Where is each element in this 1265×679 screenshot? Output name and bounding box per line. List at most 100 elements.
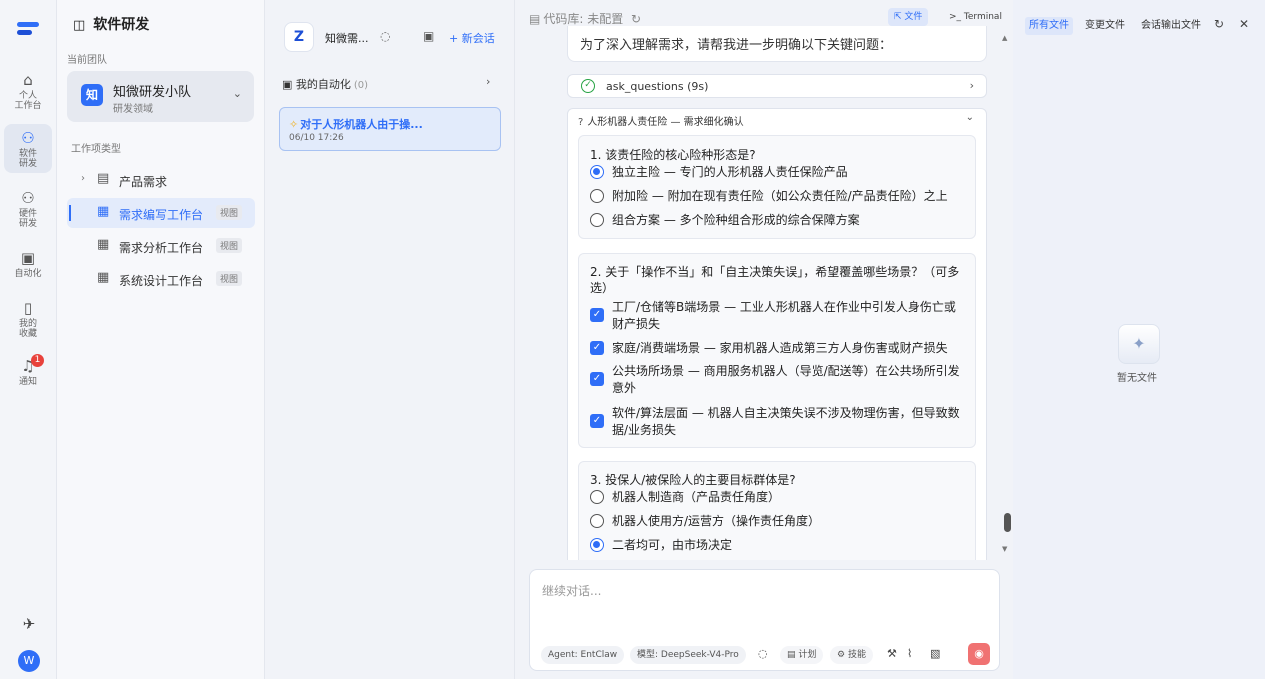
- grid-icon: ▦: [97, 204, 110, 219]
- assistant-message: 为了深入理解需求，请帮我进一步明确以下关键问题：: [567, 26, 987, 62]
- tab-session-output-files[interactable]: 会话输出文件: [1141, 17, 1201, 35]
- avatar[interactable]: W: [18, 650, 40, 672]
- scroll-down-arrow[interactable]: ▼: [1002, 545, 1007, 553]
- team-logo: 知: [81, 84, 103, 106]
- current-team-label: 当前团队: [67, 55, 107, 66]
- radio-button[interactable]: [590, 538, 604, 552]
- nav-rail: ⌂ 个人 工作台 ⚇ 软件 研发 ⚇ 硬件 研发 ▣ 自动化 ▯ 我的 收藏 ♫…: [0, 0, 57, 679]
- option-label: 组合方案 — 多个险种组合形成的综合保障方案: [612, 213, 860, 227]
- tool-call-row[interactable]: ✓ ask_questions (9s) ›: [567, 74, 987, 98]
- image-icon[interactable]: ▧: [930, 647, 940, 660]
- tab-all-files[interactable]: 所有文件: [1025, 17, 1073, 35]
- app-logo: Z: [284, 22, 314, 52]
- rail-item-favorites[interactable]: ▯ 我的 收藏: [4, 294, 52, 343]
- composer-input[interactable]: 继续对话...: [542, 582, 601, 599]
- chevron-down-icon[interactable]: ⌄: [966, 112, 974, 123]
- view-tag: 视图: [216, 205, 243, 220]
- new-session-button[interactable]: + 新会话: [449, 30, 495, 46]
- question-card: 3. 投保人/被保险人的主要目标群体是? 机器人制造商（产品责任角度） 机器人使…: [578, 461, 976, 560]
- tree-item-system-design[interactable]: ▦ 系统设计工作台 视图: [67, 264, 255, 294]
- rail-item-personal[interactable]: ⌂ 个人 工作台: [4, 66, 52, 115]
- stop-button[interactable]: ◉: [968, 643, 990, 665]
- conversation-item[interactable]: ✧ 对于人形机器人由于操... 06/10 17:26: [279, 107, 501, 151]
- chevron-right-icon[interactable]: ›: [486, 75, 490, 88]
- rail-item-automation[interactable]: ▣ 自动化: [4, 244, 52, 283]
- repo-icon: ▤: [529, 12, 541, 26]
- tree-item-label: 需求编写工作台: [119, 208, 204, 222]
- radio-button[interactable]: [590, 213, 604, 227]
- model-selector[interactable]: 模型: DeepSeek-V4-Pro: [630, 646, 746, 664]
- chevron-down-icon: ⌄: [232, 87, 242, 100]
- session-list: Z 知微需... ◌ ▣ + 新会话 ▣ 我的自动化 (0) › ✧ 对于人形机器人…: [265, 0, 515, 679]
- rail-item-software[interactable]: ⚇ 软件 研发: [4, 124, 52, 173]
- scrollbar-thumb[interactable]: [1004, 513, 1011, 532]
- radio-button[interactable]: [590, 490, 604, 504]
- conversation-time: 06/10 17:26: [289, 133, 344, 143]
- refresh-icon[interactable]: ↻: [631, 12, 641, 26]
- plan-button[interactable]: ▤ 计划: [780, 646, 824, 664]
- home-icon: ⌂: [23, 71, 33, 89]
- refresh-icon[interactable]: ↻: [1214, 17, 1224, 31]
- notification-badge: 1: [31, 354, 44, 367]
- option-label: 机器人制造商（产品责任角度）: [612, 490, 781, 504]
- loading-icon: ◌: [380, 29, 391, 43]
- option-label: 机器人使用方/运营方（操作责任角度）: [612, 514, 821, 528]
- terminal-icon: >_: [949, 12, 964, 22]
- calendar-clock-icon: ▣: [20, 249, 36, 267]
- rail-label: 硬件 研发: [18, 209, 37, 229]
- grid-icon: ▦: [97, 237, 110, 252]
- tools-icon[interactable]: ⚒: [887, 647, 897, 660]
- calendar-clock-icon: ▣: [282, 78, 296, 91]
- scroll-up-arrow[interactable]: ▲: [1002, 34, 1007, 42]
- close-icon[interactable]: ✕: [1239, 17, 1249, 31]
- tab-changed-files[interactable]: 变更文件: [1085, 17, 1125, 35]
- tree-item-product-requirements[interactable]: › ▤ 产品需求: [67, 165, 255, 195]
- file-panel: 所有文件 变更文件 会话输出文件 ↻ ✕ ✦ 暂无文件: [1013, 0, 1265, 679]
- bell-icon: ♫: [21, 357, 35, 375]
- agent-selector[interactable]: Agent: EntClaw: [541, 646, 625, 664]
- team-selector[interactable]: 知 知微研发小队 研发领域 ⌄: [67, 71, 254, 122]
- panel-icon[interactable]: ◫: [73, 18, 85, 33]
- bookmark-icon: ▯: [23, 299, 33, 317]
- skills-button[interactable]: ⚙ 技能: [830, 646, 873, 664]
- team-name: 知微研发小队: [113, 85, 192, 100]
- app-logo[interactable]: [17, 22, 39, 40]
- rail-label: 通知: [18, 377, 37, 387]
- chat-main: ▤ 代码库: 未配置 ↻ ⇱ 文件 >_ Terminal 为了深入理解需求，请帮…: [515, 0, 1013, 679]
- grid-icon: ▦: [97, 270, 110, 285]
- rail-item-notifications[interactable]: ♫ 1 通知: [4, 352, 52, 391]
- terminal-button[interactable]: >_ Terminal: [949, 8, 1002, 26]
- checkbox[interactable]: ✓: [590, 308, 604, 322]
- questions-panel-header[interactable]: ? 人形机器人责任险 — 需求细化确认: [578, 113, 744, 128]
- loading-icon: ◌: [758, 647, 768, 660]
- chevron-right-icon: ›: [969, 79, 974, 92]
- tree-item-requirement-analysis[interactable]: ▦ 需求分析工作台 视图: [67, 231, 255, 261]
- conversation-title: ✧ 对于人形机器人由于操...: [289, 118, 423, 131]
- message-composer[interactable]: 继续对话... Agent: EntClaw 模型: DeepSeek-V4-P…: [529, 569, 1000, 671]
- chevron-right-icon[interactable]: ›: [81, 173, 85, 184]
- page-title: ◫ 软件研发: [73, 17, 150, 33]
- radio-button[interactable]: [590, 165, 604, 179]
- calendar-clock-icon[interactable]: ▣: [423, 29, 434, 43]
- check-circle-icon: ✓: [581, 79, 595, 93]
- checkbox[interactable]: ✓: [590, 414, 604, 428]
- radio-button[interactable]: [590, 189, 604, 203]
- rail-item-hardware[interactable]: ⚇ 硬件 研发: [4, 184, 52, 233]
- tree-item-label: 需求分析工作台: [119, 241, 204, 255]
- users-icon: ⚇: [21, 129, 35, 147]
- my-automation-row[interactable]: ▣ 我的自动化 (0): [282, 76, 368, 92]
- tree-item-label: 产品需求: [119, 175, 168, 189]
- paperclip-icon[interactable]: ⌇: [907, 647, 912, 660]
- checkbox[interactable]: ✓: [590, 372, 604, 386]
- empty-state-text: 暂无文件: [1117, 373, 1157, 384]
- option-label: 工厂/仓储等B端场景 — 工业人形机器人在作业中引发人身伤亡或财产损失: [612, 300, 956, 331]
- tool-call-name: ask_questions (9s): [606, 80, 709, 93]
- rocket-icon[interactable]: ✈: [19, 615, 39, 635]
- automation-count: (0): [353, 80, 369, 91]
- team-desc: 研发领域: [113, 104, 153, 115]
- radio-button[interactable]: [590, 514, 604, 528]
- tree-item-requirement-writing[interactable]: ▦ 需求编写工作台 视图: [67, 198, 255, 228]
- files-toggle-button[interactable]: ⇱ 文件: [888, 8, 929, 26]
- checkbox[interactable]: ✓: [590, 341, 604, 355]
- chat-scroll-area[interactable]: 为了深入理解需求，请帮我进一步明确以下关键问题： ✓ ask_questions…: [567, 26, 1004, 560]
